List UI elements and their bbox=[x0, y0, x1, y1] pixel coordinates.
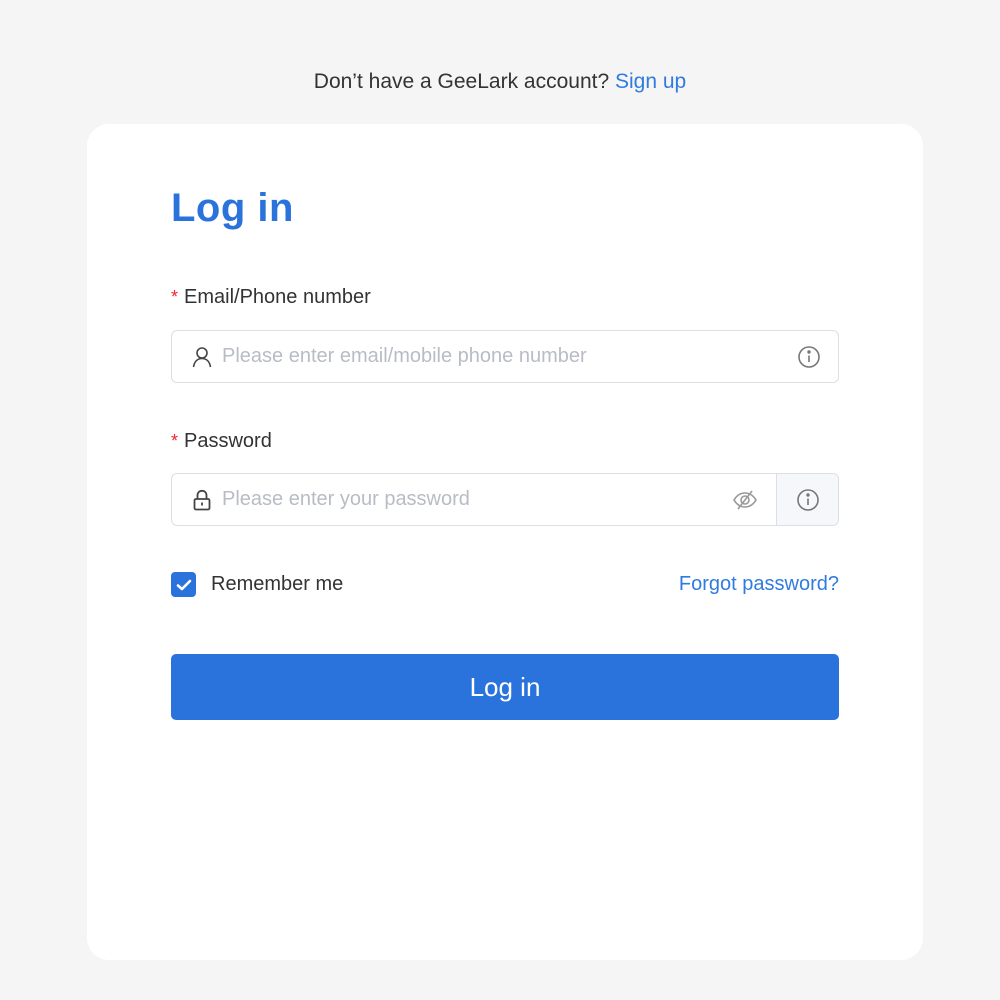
signup-prompt: Don’t have a GeeLark account? Sign up bbox=[0, 70, 1000, 94]
remember-me-label: Remember me bbox=[211, 573, 344, 595]
password-info-addon[interactable] bbox=[776, 474, 838, 525]
page-title: Log in bbox=[171, 186, 294, 230]
signup-link[interactable]: Sign up bbox=[615, 70, 686, 93]
remember-me[interactable]: Remember me bbox=[171, 572, 343, 597]
password-field-wrapper bbox=[171, 473, 839, 526]
email-input[interactable] bbox=[222, 331, 796, 382]
checkmark-icon bbox=[176, 578, 192, 592]
remember-me-checkbox[interactable] bbox=[171, 572, 196, 597]
lock-icon bbox=[192, 489, 212, 511]
password-label-text: Password bbox=[184, 430, 272, 452]
login-button[interactable]: Log in bbox=[171, 654, 839, 720]
login-card: Log in *Email/Phone number *Password bbox=[87, 124, 923, 960]
email-label-text: Email/Phone number bbox=[184, 286, 371, 308]
signup-prompt-text: Don’t have a GeeLark account? bbox=[313, 70, 610, 93]
info-icon bbox=[796, 488, 820, 512]
info-icon[interactable] bbox=[796, 344, 822, 370]
email-label: * Email/Phone number bbox=[171, 286, 371, 309]
required-mark: * bbox=[171, 431, 179, 451]
forgot-password-link[interactable]: Forgot password? bbox=[679, 573, 839, 596]
required-mark: * bbox=[171, 287, 179, 307]
email-field-wrapper bbox=[171, 330, 839, 383]
eye-off-icon[interactable] bbox=[732, 487, 758, 513]
user-icon bbox=[192, 346, 212, 368]
password-label: * Password bbox=[171, 430, 272, 453]
password-input[interactable] bbox=[222, 474, 732, 525]
